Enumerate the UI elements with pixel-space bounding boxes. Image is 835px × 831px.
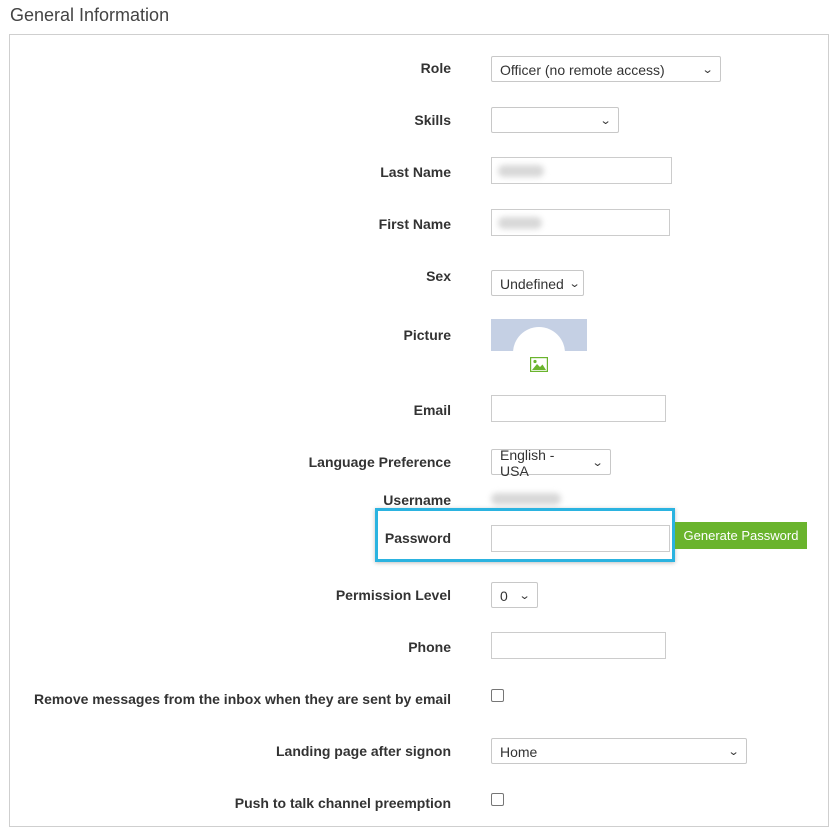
sex-value: Undefined: [500, 276, 564, 292]
language-select[interactable]: English - USA ⌄: [491, 447, 611, 479]
generate-password-button[interactable]: Generate Password: [675, 522, 807, 549]
remove-messages-label: Remove messages from the inbox when they…: [33, 691, 451, 707]
ptt-preemption-label: Push to talk channel preemption: [234, 795, 451, 811]
last-name-label: Last Name: [380, 164, 451, 180]
chevron-down-icon: ⌄: [568, 277, 581, 290]
email-input[interactable]: [491, 395, 666, 422]
chevron-down-icon: ⌄: [591, 456, 604, 469]
language-value: English - USA: [500, 447, 555, 479]
sex-label: Sex: [426, 268, 451, 284]
language-label: Language Preference: [308, 454, 451, 470]
sex-select[interactable]: Undefined ⌄: [491, 270, 584, 296]
general-information-panel: [9, 34, 829, 827]
email-label: Email: [413, 402, 451, 418]
password-input[interactable]: [491, 525, 670, 552]
chevron-down-icon: ⌄: [701, 63, 714, 76]
redacted-value: [498, 216, 542, 229]
remove-messages-checkbox[interactable]: [491, 689, 504, 702]
redacted-value: [498, 164, 544, 177]
chevron-down-icon: ⌄: [727, 745, 740, 758]
first-name-input[interactable]: [491, 209, 670, 236]
role-value: Officer (no remote access): [500, 62, 665, 78]
ptt-preemption-checkbox[interactable]: [491, 793, 504, 806]
username-label: Username: [383, 492, 451, 508]
skills-label: Skills: [414, 112, 451, 128]
phone-label: Phone: [408, 639, 451, 655]
last-name-input[interactable]: [491, 157, 672, 184]
landing-page-value: Home: [500, 744, 538, 760]
username-value: [491, 492, 561, 506]
skills-select[interactable]: ⌄: [491, 107, 619, 133]
picture-label: Picture: [403, 327, 451, 343]
image-icon[interactable]: [530, 357, 548, 372]
section-title: General Information: [10, 5, 170, 25]
first-name-label: First Name: [378, 216, 451, 232]
chevron-down-icon: ⌄: [599, 114, 612, 127]
phone-input[interactable]: [491, 632, 666, 659]
permission-level-value: 0: [500, 588, 508, 604]
chevron-down-icon: ⌄: [518, 589, 531, 602]
landing-page-select[interactable]: Home ⌄: [491, 738, 747, 764]
avatar: [491, 319, 587, 351]
redacted-value: [491, 493, 561, 505]
landing-page-label: Landing page after signon: [275, 743, 451, 759]
password-label: Password: [384, 530, 451, 546]
role-label: Role: [420, 60, 451, 76]
role-select[interactable]: Officer (no remote access) ⌄: [491, 56, 721, 82]
permission-level-select[interactable]: 0 ⌄: [491, 582, 538, 608]
permission-level-label: Permission Level: [335, 587, 451, 603]
